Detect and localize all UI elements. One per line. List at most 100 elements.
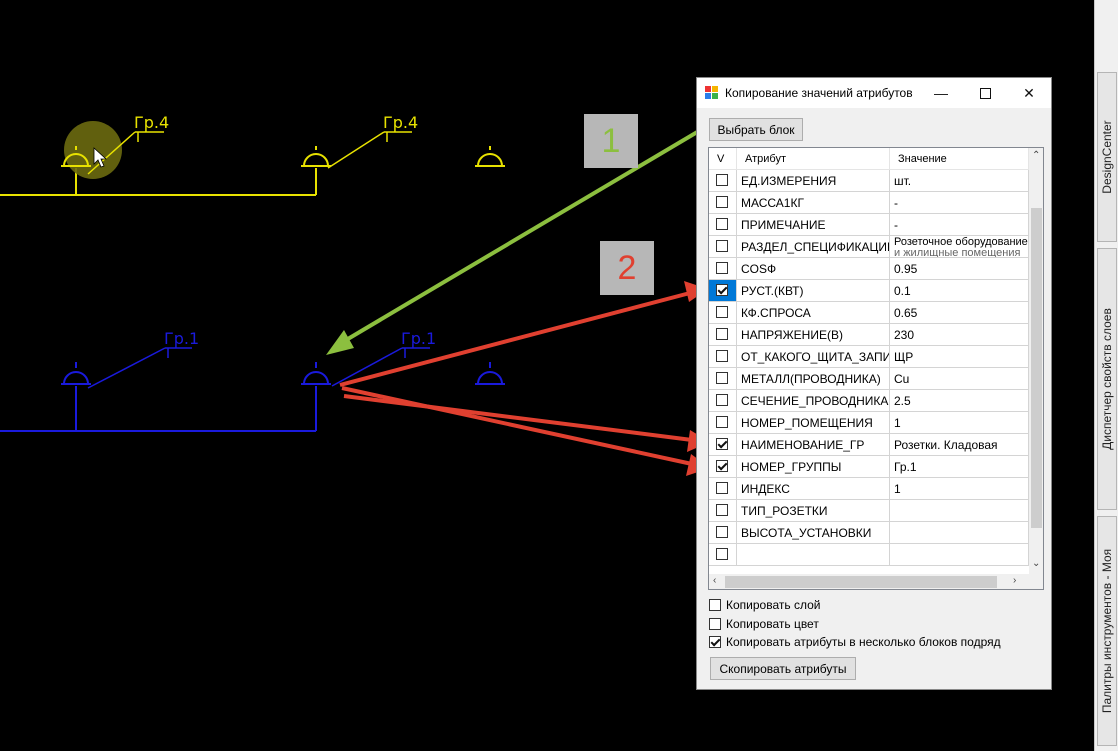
- row-checkbox[interactable]: [716, 504, 728, 516]
- table-row[interactable]: ПРИМЕЧАНИЕ -: [709, 214, 1029, 236]
- row-check-cell[interactable]: [709, 368, 737, 390]
- row-checkbox[interactable]: [716, 174, 728, 186]
- attribute-name-cell[interactable]: ОТ_КАКОГО_ЩИТА_ЗАПИТ.: [737, 346, 890, 368]
- option-copy-multiple-checkbox[interactable]: [709, 636, 721, 648]
- row-check-cell[interactable]: [709, 544, 737, 566]
- row-check-cell[interactable]: [709, 302, 737, 324]
- horizontal-scroll-thumb[interactable]: [725, 576, 997, 588]
- row-check-cell[interactable]: [709, 280, 737, 302]
- scroll-up-icon[interactable]: ⌃: [1032, 150, 1040, 161]
- attribute-name-cell[interactable]: НОМЕР_ГРУППЫ: [737, 456, 890, 478]
- tab-tool-palettes[interactable]: Палитры инструментов - Моя: [1097, 516, 1117, 746]
- attribute-value-cell[interactable]: 0.95: [890, 258, 1029, 280]
- attribute-value-cell[interactable]: Гр.1: [890, 456, 1029, 478]
- row-checkbox[interactable]: [716, 306, 728, 318]
- table-row[interactable]: НАИМЕНОВАНИЕ_ГР Розетки. Кладовая: [709, 434, 1029, 456]
- scroll-left-icon[interactable]: ‹: [713, 575, 716, 586]
- row-checkbox[interactable]: [716, 218, 728, 230]
- attribute-name-cell[interactable]: КФ.СПРОСА: [737, 302, 890, 324]
- row-checkbox[interactable]: [716, 482, 728, 494]
- attribute-name-cell[interactable]: МАССА1КГ: [737, 192, 890, 214]
- option-copy-layer-checkbox[interactable]: [709, 599, 721, 611]
- row-checkbox[interactable]: [716, 284, 728, 296]
- dialog-titlebar[interactable]: Копирование значений атрибутов — ✕: [697, 78, 1051, 108]
- socket-symbol-blue-3[interactable]: [475, 362, 505, 385]
- scroll-down-icon[interactable]: ⌄: [1032, 558, 1040, 569]
- row-checkbox[interactable]: [716, 350, 728, 362]
- attribute-name-cell[interactable]: СЕЧЕНИЕ_ПРОВОДНИКА: [737, 390, 890, 412]
- attribute-value-cell[interactable]: 230: [890, 324, 1029, 346]
- option-copy-layer[interactable]: Копировать слой: [709, 597, 820, 613]
- table-row[interactable]: СЕЧЕНИЕ_ПРОВОДНИКА 2.5: [709, 390, 1029, 412]
- vertical-scrollbar[interactable]: ⌃ ⌄: [1029, 148, 1043, 574]
- row-check-cell[interactable]: [709, 258, 737, 280]
- socket-symbol-blue-2[interactable]: [301, 362, 331, 385]
- tab-designcenter[interactable]: DesignCenter: [1097, 72, 1117, 242]
- row-checkbox[interactable]: [716, 548, 728, 560]
- table-row[interactable]: МЕТАЛЛ(ПРОВОДНИКА) Cu: [709, 368, 1029, 390]
- row-check-cell[interactable]: [709, 346, 737, 368]
- attribute-name-cell[interactable]: МЕТАЛЛ(ПРОВОДНИКА): [737, 368, 890, 390]
- table-row[interactable]: МАССА1КГ -: [709, 192, 1029, 214]
- socket-symbol-blue-1[interactable]: [61, 362, 91, 385]
- attribute-value-cell[interactable]: [890, 544, 1029, 566]
- attribute-value-cell[interactable]: Розеточное оборудование и жилищные помеще…: [890, 236, 1029, 258]
- attribute-name-cell[interactable]: НАПРЯЖЕНИЕ(В): [737, 324, 890, 346]
- row-check-cell[interactable]: [709, 412, 737, 434]
- table-row[interactable]: ИНДЕКС 1: [709, 478, 1029, 500]
- row-checkbox[interactable]: [716, 394, 728, 406]
- row-check-cell[interactable]: [709, 478, 737, 500]
- attribute-value-cell[interactable]: Cu: [890, 368, 1029, 390]
- attribute-name-cell[interactable]: НОМЕР_ПОМЕЩЕНИЯ: [737, 412, 890, 434]
- attribute-value-cell[interactable]: 1: [890, 412, 1029, 434]
- row-check-cell[interactable]: [709, 324, 737, 346]
- vertical-scroll-thumb[interactable]: [1031, 208, 1042, 528]
- table-row[interactable]: ТИП_РОЗЕТКИ: [709, 500, 1029, 522]
- row-check-cell[interactable]: [709, 192, 737, 214]
- row-checkbox[interactable]: [716, 372, 728, 384]
- horizontal-scrollbar[interactable]: ‹ ›: [709, 574, 1043, 589]
- attribute-name-cell[interactable]: [737, 544, 890, 566]
- row-check-cell[interactable]: [709, 434, 737, 456]
- maximize-button[interactable]: [963, 78, 1007, 108]
- table-row[interactable]: COSФ 0.95: [709, 258, 1029, 280]
- row-checkbox[interactable]: [716, 328, 728, 340]
- row-checkbox[interactable]: [716, 196, 728, 208]
- socket-symbol-yellow-3[interactable]: [475, 146, 505, 167]
- select-block-button[interactable]: Выбрать блок: [709, 118, 803, 141]
- attribute-value-cell[interactable]: -: [890, 214, 1029, 236]
- table-row[interactable]: НАПРЯЖЕНИЕ(В) 230: [709, 324, 1029, 346]
- table-row[interactable]: КФ.СПРОСА 0.65: [709, 302, 1029, 324]
- table-row[interactable]: ОТ_КАКОГО_ЩИТА_ЗАПИТ. ЩР: [709, 346, 1029, 368]
- socket-symbol-yellow-2[interactable]: [301, 146, 331, 167]
- column-header-attribute[interactable]: Атрибут: [737, 148, 890, 170]
- attribute-value-cell[interactable]: 2.5: [890, 390, 1029, 412]
- attribute-value-cell[interactable]: 1: [890, 478, 1029, 500]
- row-check-cell[interactable]: [709, 500, 737, 522]
- attribute-value-cell[interactable]: [890, 522, 1029, 544]
- attribute-value-cell[interactable]: [890, 500, 1029, 522]
- row-checkbox[interactable]: [716, 460, 728, 472]
- row-check-cell[interactable]: [709, 170, 737, 192]
- row-check-cell[interactable]: [709, 236, 737, 258]
- option-copy-multiple[interactable]: Копировать атрибуты в несколько блоков п…: [709, 634, 1001, 650]
- attribute-name-cell[interactable]: ВЫСОТА_УСТАНОВКИ: [737, 522, 890, 544]
- table-row[interactable]: ВЫСОТА_УСТАНОВКИ: [709, 522, 1029, 544]
- attribute-name-cell[interactable]: ИНДЕКС: [737, 478, 890, 500]
- table-row[interactable]: РАЗДЕЛ_СПЕЦИФИКАЦИИ Розеточное оборудован…: [709, 236, 1029, 258]
- row-checkbox[interactable]: [716, 526, 728, 538]
- attribute-name-cell[interactable]: НАИМЕНОВАНИЕ_ГР: [737, 434, 890, 456]
- minimize-button[interactable]: —: [919, 78, 963, 108]
- row-checkbox[interactable]: [716, 262, 728, 274]
- table-row[interactable]: ЕД.ИЗМЕРЕНИЯ шт.: [709, 170, 1029, 192]
- column-header-value[interactable]: Значение: [890, 148, 1029, 170]
- table-row[interactable]: НОМЕР_ГРУППЫ Гр.1: [709, 456, 1029, 478]
- attribute-name-cell[interactable]: COSФ: [737, 258, 890, 280]
- row-check-cell[interactable]: [709, 214, 737, 236]
- attribute-value-cell[interactable]: 0.1: [890, 280, 1029, 302]
- attributes-grid[interactable]: V Атрибут Значение ЕД.ИЗМЕРЕНИЯ шт. МАССА1…: [708, 147, 1044, 590]
- table-row[interactable]: [709, 544, 1029, 566]
- close-button[interactable]: ✕: [1007, 78, 1051, 108]
- column-header-v[interactable]: V: [709, 148, 737, 170]
- option-copy-color-checkbox[interactable]: [709, 618, 721, 630]
